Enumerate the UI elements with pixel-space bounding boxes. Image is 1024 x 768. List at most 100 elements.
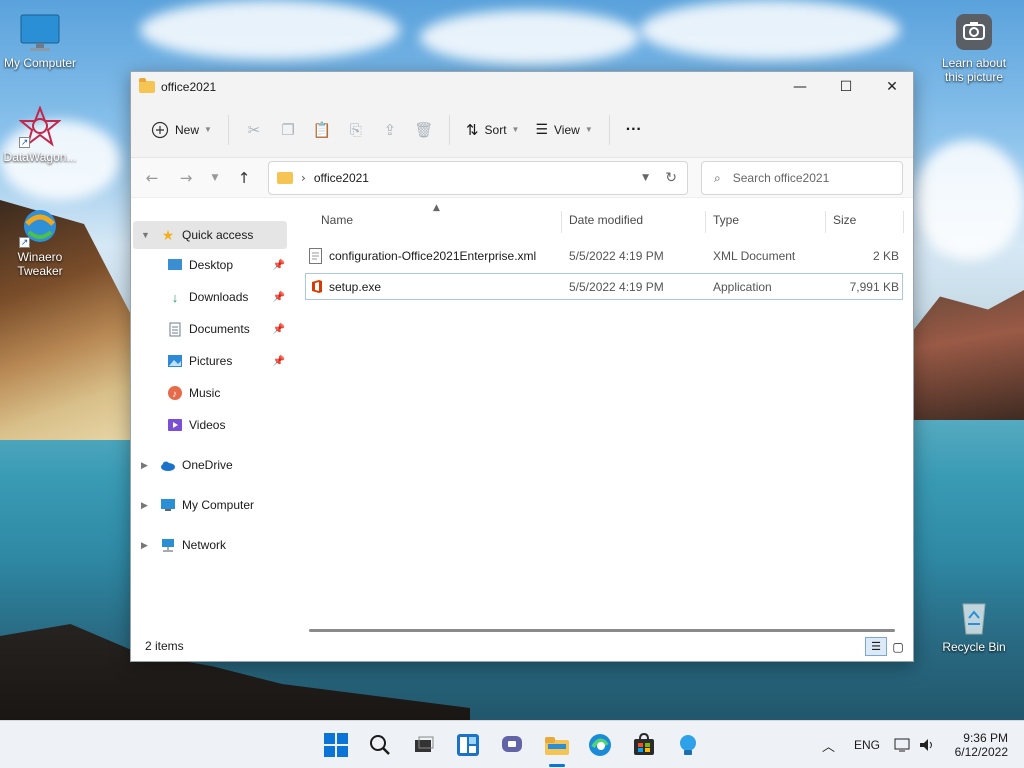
sidebar-item-label: OneDrive [182, 458, 233, 472]
minimize-icon: — [793, 79, 807, 95]
column-header-type[interactable]: Type [713, 213, 739, 227]
tips-button[interactable] [672, 729, 704, 761]
desktop-icon-datawagon[interactable]: ↗ DataWagon... [0, 105, 80, 164]
cloud [420, 10, 640, 65]
sidebar-item-network[interactable]: ▶ Network [131, 529, 289, 561]
clock[interactable]: 9:36 PM 6/12/2022 [950, 721, 1008, 768]
pin-icon[interactable]: 📌 [273, 324, 285, 335]
sidebar-item-label: Documents [189, 322, 250, 336]
file-date: 5/5/2022 4:19 PM [569, 249, 664, 263]
tiles-view-icon[interactable]: ▢ [889, 637, 907, 656]
network-status-icon[interactable] [894, 721, 912, 768]
copy-icon[interactable]: ❐ [273, 114, 303, 146]
table-row[interactable]: setup.exe 5/5/2022 4:19 PM Application 7… [305, 273, 903, 300]
rename-icon[interactable]: ⎘ [341, 114, 371, 146]
close-icon: ✕ [886, 79, 898, 95]
column-divider[interactable] [903, 211, 904, 233]
column-header-name[interactable]: Name [321, 213, 353, 227]
tray-chevron-icon[interactable]: ︿ [822, 721, 835, 768]
teams-chat-button[interactable] [496, 729, 528, 761]
delete-icon[interactable]: 🗑 [409, 114, 439, 146]
video-icon [167, 417, 183, 433]
lightbulb-icon [680, 735, 696, 755]
sidebar-item-my-computer[interactable]: ▶ My Computer [131, 489, 289, 521]
download-icon: ↓ [171, 289, 179, 305]
sidebar-item-label: Quick access [182, 228, 254, 242]
view-button[interactable]: ☰ View ▼ [527, 114, 600, 146]
close-button[interactable]: ✕ [869, 72, 915, 102]
sidebar-item-label: Pictures [189, 354, 233, 368]
volume-icon[interactable] [918, 721, 936, 768]
pin-icon[interactable]: 📌 [273, 260, 285, 271]
address-dropdown-icon[interactable]: ▼ [642, 173, 649, 183]
desktop-icon-label: My Computer [3, 56, 77, 70]
sort-button[interactable]: ⇅ Sort ▼ [458, 114, 528, 146]
item-count: 2 items [145, 639, 184, 653]
desktop-icon-my-computer[interactable]: My Computer [0, 12, 80, 70]
toolbar-divider [608, 114, 610, 145]
sidebar-item-label: Music [189, 386, 221, 400]
edge-button[interactable] [584, 729, 616, 761]
breadcrumb-current[interactable]: office2021 [314, 171, 369, 185]
desktop-icon-recycle-bin[interactable]: Recycle Bin [934, 596, 1014, 654]
column-header-date-modified[interactable]: Date modified [569, 213, 643, 227]
clock-time: 9:36 PM [963, 731, 1008, 745]
desktop-icon-label: Winaero Tweaker [17, 250, 63, 278]
sidebar-item-onedrive[interactable]: ▶ OneDrive [131, 449, 289, 481]
desktop-icon-winaero-tweaker[interactable]: ↗ Winaero Tweaker [0, 206, 80, 278]
command-bar: New ▼ ✂ ❐ 📋 ⎘ ⇪ 🗑 ⇅ Sort ▼ ☰ View ▼ ··· [131, 102, 913, 158]
sidebar-item-documents[interactable]: Documents 📌 [131, 313, 289, 345]
column-divider[interactable] [561, 211, 562, 233]
pin-icon[interactable]: 📌 [273, 292, 285, 303]
desktop-icon-label: DataWagon... [3, 150, 77, 164]
sidebar-item-videos[interactable]: Videos [131, 409, 289, 441]
file-list: ▲ Name Date modified Type Size configura… [291, 199, 913, 632]
details-view-icon[interactable]: ☰ [865, 637, 887, 656]
sidebar-item-downloads[interactable]: ↓ Downloads 📌 [131, 281, 289, 313]
address-bar[interactable]: › office2021 ▼ ↻ [268, 161, 688, 195]
sidebar-item-music[interactable]: ♪ Music [131, 377, 289, 409]
share-icon[interactable]: ⇪ [375, 114, 405, 146]
cut-icon[interactable]: ✂ [239, 114, 269, 146]
desktop-icon-learn-picture[interactable]: Learn about this picture [934, 12, 1014, 84]
sidebar-item-label: My Computer [182, 498, 255, 512]
up-arrow-icon[interactable]: ↑ [227, 169, 261, 187]
back-arrow-icon[interactable]: ← [135, 169, 169, 187]
search-input[interactable]: ⌕ Search office2021 [701, 161, 903, 195]
start-button[interactable] [320, 729, 352, 761]
column-divider[interactable] [705, 211, 706, 233]
search-icon [370, 735, 390, 755]
recent-locations-chevron-icon[interactable]: ▼ [203, 173, 227, 183]
column-header-size[interactable]: Size [833, 213, 856, 227]
search-button[interactable] [364, 729, 396, 761]
file-explorer-taskbar-button[interactable] [540, 729, 574, 767]
sidebar-item-pictures[interactable]: Pictures 📌 [131, 345, 289, 377]
folder-icon [139, 78, 155, 93]
column-divider[interactable] [825, 211, 826, 233]
table-row[interactable]: configuration-Office2021Enterprise.xml 5… [305, 243, 903, 269]
file-size: 2 KB [872, 249, 899, 263]
widgets-button[interactable] [452, 729, 484, 761]
input-language[interactable]: ENG [854, 721, 880, 768]
paste-icon[interactable]: 📋 [307, 114, 337, 146]
new-button[interactable]: New ▼ [143, 114, 220, 146]
task-view-button[interactable] [408, 729, 440, 761]
file-name: setup.exe [329, 279, 382, 294]
store-button[interactable] [628, 729, 660, 761]
search-icon: ⌕ [714, 170, 721, 185]
view-icon: ☰ [535, 121, 549, 137]
title-bar[interactable]: office2021 — ☐ ✕ [131, 72, 913, 102]
sidebar-item-desktop[interactable]: Desktop 📌 [131, 249, 289, 281]
desktop-folder-icon [167, 257, 183, 273]
pin-icon[interactable]: 📌 [273, 356, 285, 367]
music-icon: ♪ [167, 385, 183, 401]
more-options-button[interactable]: ··· [618, 114, 650, 146]
refresh-icon[interactable]: ↻ [665, 170, 677, 186]
sidebar-item-quick-access[interactable]: ▼ ★ Quick access [133, 221, 287, 249]
forward-arrow-icon[interactable]: → [169, 169, 203, 187]
maximize-button[interactable]: ☐ [823, 72, 869, 102]
edge-icon [589, 734, 611, 756]
minimize-button[interactable]: — [777, 72, 823, 102]
cloud [914, 140, 1024, 260]
status-bar: 2 items ☰ ▢ [131, 631, 913, 661]
